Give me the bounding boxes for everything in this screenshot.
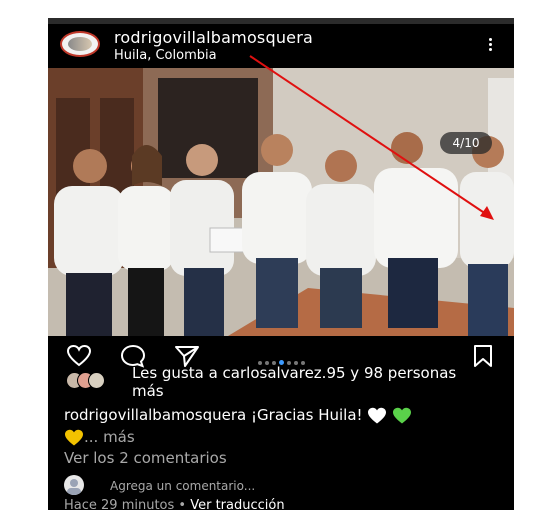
- annotation-arrow: [249, 55, 494, 220]
